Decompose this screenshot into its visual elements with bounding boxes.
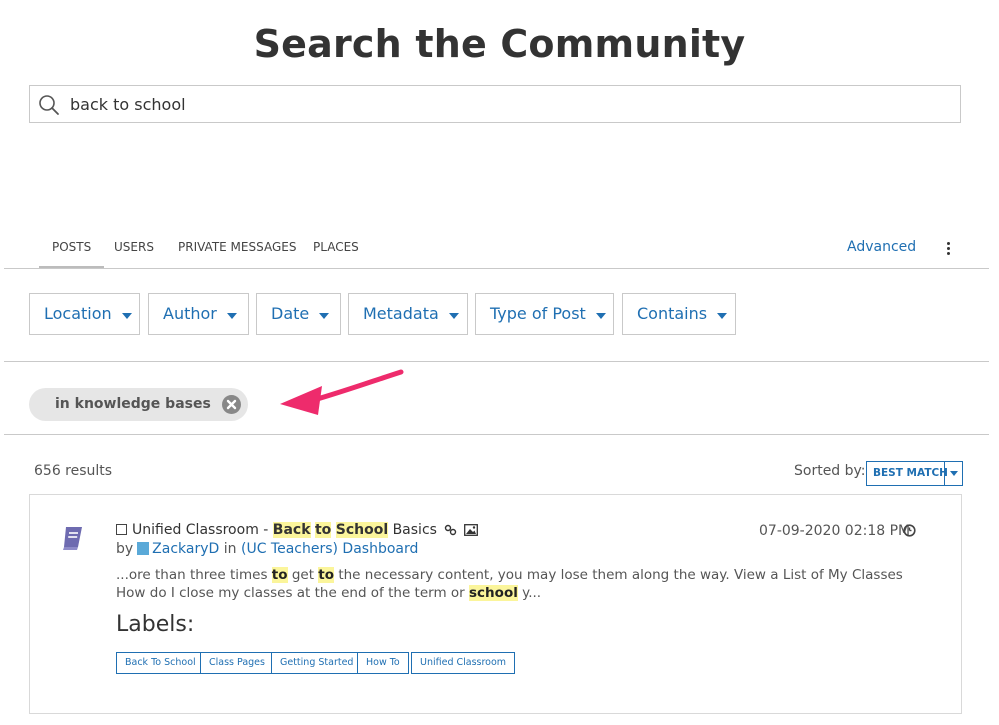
label-tag-back-to-school[interactable]: Back To School (116, 652, 205, 674)
tab-private-messages[interactable]: PRIVATE MESSAGES (178, 232, 296, 266)
avatar (137, 541, 150, 555)
label-tag-how-to[interactable]: How To (357, 652, 409, 674)
chevron-down-icon (448, 312, 459, 319)
label-tag-unified-classroom[interactable]: Unified Classroom (411, 652, 516, 674)
tab-users[interactable]: USERS (114, 232, 154, 266)
advanced-search-link[interactable]: Advanced (847, 232, 916, 262)
remove-filter-icon[interactable] (222, 395, 241, 414)
divider (4, 361, 989, 362)
sort-dropdown[interactable]: BEST MATCH (866, 461, 963, 486)
sort-value: BEST MATCH (873, 467, 948, 479)
chevron-down-icon (595, 312, 606, 319)
sorted-by-label: Sorted by: (794, 463, 866, 479)
tab-places[interactable]: PLACES (313, 232, 359, 266)
result-snippet: ...ore than three times to get to the ne… (116, 567, 903, 601)
divider (4, 434, 989, 435)
page-title: Search the Community (253, 22, 746, 66)
image-icon (463, 524, 478, 536)
filter-metadata-button[interactable]: Metadata (348, 293, 468, 335)
tab-posts[interactable]: POSTS (39, 232, 105, 268)
search-box[interactable] (29, 85, 961, 123)
knowledge-base-book-icon (63, 527, 82, 550)
search-result: Unified Classroom - Back to School Basic… (29, 494, 962, 714)
labels-heading: Labels: (116, 612, 195, 637)
filter-date-button[interactable]: Date (256, 293, 341, 335)
filter-author-button[interactable]: Author (148, 293, 249, 335)
result-date: 07-09-2020 02:18 PM (759, 523, 911, 539)
search-icon (39, 95, 59, 115)
clock-icon (903, 524, 916, 537)
label-tag-getting-started[interactable]: Getting Started (271, 652, 363, 674)
chevron-down-icon (121, 312, 132, 319)
chevron-down-icon (319, 312, 330, 319)
chevron-down-icon (226, 312, 237, 319)
results-count: 656 results (34, 463, 113, 479)
link-icon (445, 524, 457, 536)
more-options-icon[interactable] (944, 240, 952, 258)
search-input[interactable] (70, 86, 950, 122)
search-tabs: POSTS USERS PRIVATE MESSAGES PLACES Adva… (4, 232, 989, 269)
filter-type-of-post-button[interactable]: Type of Post (475, 293, 614, 335)
location-link[interactable]: (UC Teachers) Dashboard (241, 541, 418, 557)
result-title[interactable]: Unified Classroom - Back to School Basic… (116, 522, 478, 538)
author-link[interactable]: ZackaryD (152, 541, 219, 557)
result-meta: by ZackaryD in (UC Teachers) Dashboard (116, 541, 419, 557)
filter-location-button[interactable]: Location (29, 293, 140, 335)
active-filter-chip-label: in knowledge bases (55, 396, 211, 412)
select-checkbox[interactable] (116, 523, 127, 535)
active-filter-chip: in knowledge bases (29, 388, 248, 421)
chevron-down-icon (717, 312, 728, 319)
label-tag-class-pages[interactable]: Class Pages (200, 652, 274, 674)
chevron-down-icon (944, 462, 963, 485)
annotation-arrow-icon (280, 369, 404, 415)
filter-contains-button[interactable]: Contains (622, 293, 736, 335)
